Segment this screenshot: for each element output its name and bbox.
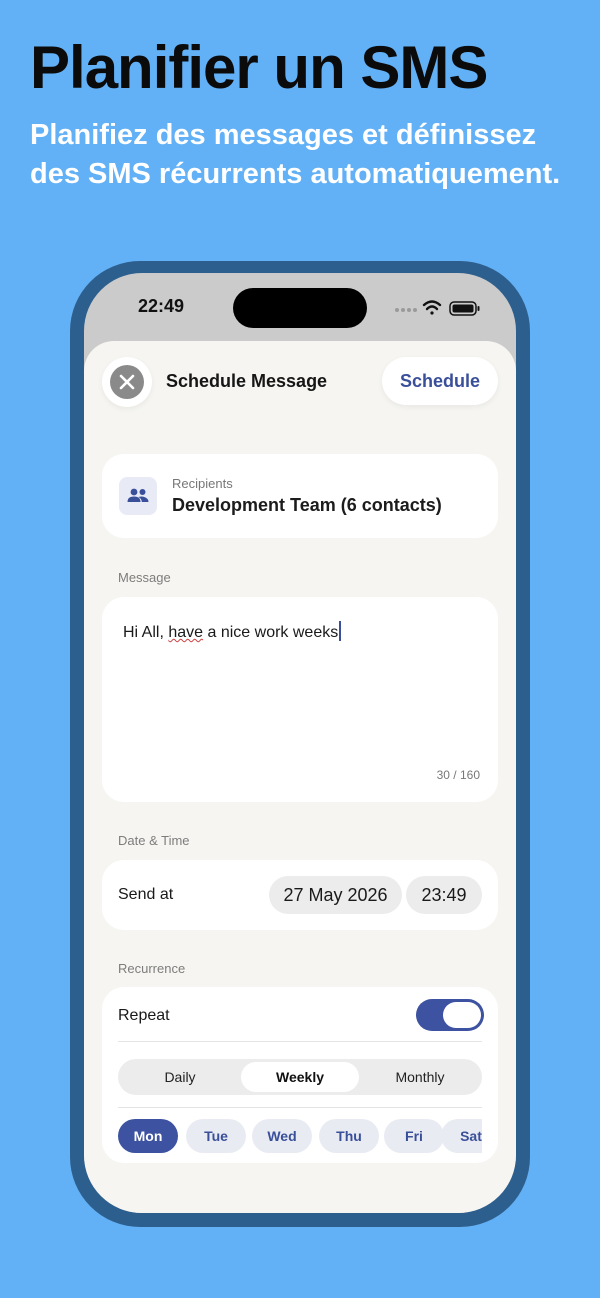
signal-dots-icon	[395, 308, 417, 312]
phone-screen: 22:49 Schedule Message Schedule Recipien…	[84, 273, 516, 1213]
recipients-value: Development Team (6 contacts)	[172, 495, 442, 515]
divider	[118, 1041, 482, 1042]
day-mon[interactable]: Mon	[118, 1119, 178, 1153]
schedule-button[interactable]: Schedule	[382, 357, 498, 405]
frequency-segmented-control: Daily Weekly Monthly	[118, 1059, 482, 1095]
status-time: 22:49	[138, 296, 185, 316]
divider	[118, 1107, 482, 1108]
recipients-card[interactable]: Recipients Development Team (6 contacts)	[102, 454, 498, 538]
weekday-selector: Mon Tue Wed Thu Fri Sat	[118, 1119, 482, 1155]
repeat-toggle[interactable]	[416, 999, 484, 1031]
recurrence-card: Repeat Daily Weekly Monthly Mon Tue Wed …	[102, 987, 498, 1163]
toggle-knob	[443, 1002, 481, 1028]
message-text-part: a nice work weeks	[203, 624, 339, 641]
close-button[interactable]	[102, 357, 152, 407]
repeat-label: Repeat	[118, 1007, 170, 1024]
date-picker[interactable]: 27 May 2026	[269, 876, 402, 914]
message-section-label: Message	[118, 570, 171, 585]
hero-title: Planifier un SMS	[30, 34, 488, 101]
hero-subtitle: Planifiez des messages et définissez des…	[30, 119, 561, 190]
sheet-title: Schedule Message	[166, 371, 328, 391]
frequency-monthly[interactable]: Monthly	[361, 1062, 479, 1092]
status-icons	[395, 300, 480, 316]
close-button-circle	[110, 365, 144, 399]
message-text: Hi All, have a nice work weeks	[123, 621, 342, 642]
time-picker[interactable]: 23:49	[406, 876, 482, 914]
character-count: 30 / 160	[436, 768, 480, 782]
frequency-daily[interactable]: Daily	[121, 1062, 239, 1092]
day-sat[interactable]: Sat	[441, 1119, 482, 1153]
text-caret	[339, 621, 342, 641]
misspelled-word: have	[168, 624, 204, 641]
frequency-weekly[interactable]: Weekly	[241, 1062, 359, 1092]
recipients-label: Recipients	[172, 476, 233, 491]
day-wed[interactable]: Wed	[252, 1119, 312, 1153]
wifi-icon	[422, 300, 442, 315]
recipients-icon-box	[119, 477, 157, 515]
message-textarea[interactable]: Hi All, have a nice work weeks 30 / 160	[102, 597, 498, 802]
day-fri[interactable]: Fri	[384, 1119, 444, 1153]
close-icon	[119, 374, 135, 390]
datetime-section-label: Date & Time	[118, 833, 190, 848]
battery-icon	[449, 301, 480, 316]
people-icon	[127, 488, 149, 502]
datetime-card: Send at 27 May 2026 23:49	[102, 860, 498, 930]
message-text-part: Hi All,	[123, 624, 169, 641]
send-at-label: Send at	[118, 886, 174, 903]
schedule-sheet: Schedule Message Schedule Recipients Dev…	[84, 341, 516, 1213]
day-tue[interactable]: Tue	[186, 1119, 246, 1153]
dynamic-island	[233, 288, 367, 328]
day-thu[interactable]: Thu	[319, 1119, 379, 1153]
recurrence-section-label: Recurrence	[118, 961, 186, 976]
